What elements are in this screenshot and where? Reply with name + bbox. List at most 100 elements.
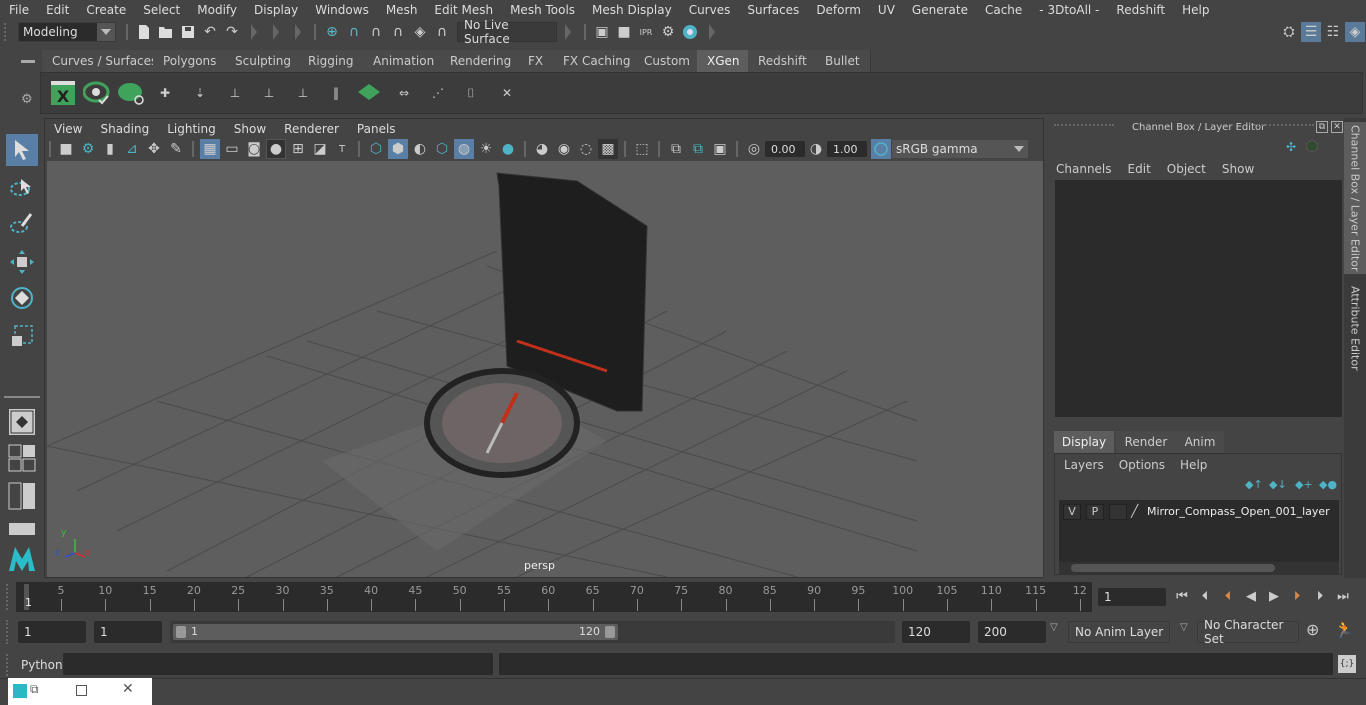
field-chart-icon[interactable]: ⊞ — [288, 139, 308, 159]
anti-aliasing-icon[interactable]: ◌ — [576, 139, 596, 159]
layer-visibility-toggle[interactable]: V — [1063, 504, 1081, 520]
render-current-frame-icon[interactable]: ■ — [614, 22, 634, 42]
menu-redshift[interactable]: Redshift — [1107, 3, 1173, 17]
restore-window-icon[interactable]: ⧉ — [30, 682, 39, 697]
shadows-icon[interactable]: ● — [498, 139, 518, 159]
new-layer-icon[interactable]: ◆+ — [1295, 478, 1313, 491]
film-gate-icon[interactable]: ▭ — [222, 139, 242, 159]
menu-edit-mesh[interactable]: Edit Mesh — [425, 3, 501, 17]
exposure-icon[interactable]: ◎ — [744, 139, 764, 159]
select-camera-icon[interactable]: ■ — [56, 139, 76, 159]
four-view-layout-icon[interactable] — [6, 442, 38, 474]
vp-menu-renderer[interactable]: Renderer — [275, 122, 348, 136]
use-all-lights-icon[interactable]: ☀ — [476, 139, 496, 159]
layer-menu-help[interactable]: Help — [1180, 458, 1207, 472]
snap-grid-icon[interactable]: ⊕ — [322, 22, 342, 42]
anim-start-field[interactable]: 1 — [94, 621, 162, 643]
xray-icon[interactable]: ⧉ — [666, 139, 686, 159]
layer-tab-anim[interactable]: Anim — [1176, 431, 1224, 453]
end-time-field[interactable]: 200 — [978, 621, 1046, 643]
add-guide-icon[interactable]: ⊥ — [221, 79, 249, 107]
camera-attributes-icon[interactable]: ⚙ — [78, 139, 98, 159]
place-guides-icon[interactable]: ⇣ — [186, 79, 214, 107]
new-scene-icon[interactable] — [134, 22, 154, 42]
step-back-frame-icon[interactable]: ⏴ — [1195, 586, 1215, 606]
lock-guides-icon[interactable]: ⊥ — [289, 79, 317, 107]
menu-file[interactable]: File — [0, 3, 37, 17]
vp-menu-shading[interactable]: Shading — [91, 122, 158, 136]
layer-menu-options[interactable]: Options — [1119, 458, 1165, 472]
grid-toggle-icon[interactable]: ▦ — [200, 139, 220, 159]
menu-modify[interactable]: Modify — [188, 3, 245, 17]
snap-view-plane-icon[interactable]: ∩ — [388, 22, 408, 42]
shelf-menu-icon[interactable] — [21, 60, 35, 63]
play-forwards-icon[interactable]: ▶ — [1264, 586, 1284, 606]
mode-selector[interactable]: Modeling — [18, 22, 116, 42]
maximize-window-icon[interactable] — [76, 685, 87, 696]
snap-curve-icon[interactable]: ∩ — [344, 22, 364, 42]
grid-patch-icon[interactable] — [355, 79, 383, 107]
shelf-settings-gear-icon[interactable]: ⚙ — [21, 92, 33, 107]
toolbar-grip[interactable] — [4, 23, 10, 41]
layer-tab-render[interactable]: Render — [1116, 431, 1176, 453]
menu-generate[interactable]: Generate — [903, 3, 976, 17]
delete-guides-icon[interactable]: ✕ — [493, 79, 521, 107]
close-window-icon[interactable]: ✕ — [122, 681, 134, 697]
shelf-grip[interactable]: ⚙ — [18, 50, 40, 114]
gamma-field[interactable]: 1.00 — [827, 141, 867, 157]
manipulator-icon[interactable]: ✣ — [1286, 140, 1296, 154]
menu-uv[interactable]: UV — [869, 3, 903, 17]
grease-pencil-icon[interactable]: ✎ — [166, 139, 186, 159]
scale-tool-icon[interactable] — [6, 320, 38, 352]
new-layer-from-selected-icon[interactable]: ◆● — [1319, 478, 1337, 491]
cb-menu-edit[interactable]: Edit — [1128, 162, 1151, 176]
side-tab-channel-box[interactable]: Channel Box / Layer Editor — [1344, 122, 1366, 274]
ipr-render-icon[interactable]: IPR — [636, 22, 656, 42]
range-grip[interactable] — [6, 620, 12, 644]
safe-action-icon[interactable]: ◪ — [310, 139, 330, 159]
undo-icon[interactable]: ↶ — [200, 22, 220, 42]
shelf-tab-rigging[interactable]: Rigging — [298, 50, 365, 72]
wireframe-icon[interactable]: ⬡ — [366, 139, 386, 159]
rotate-tool-icon[interactable] — [6, 282, 38, 314]
smooth-shade-icon[interactable]: ⬢ — [388, 139, 408, 159]
scrollbar-thumb[interactable] — [1071, 564, 1275, 572]
float-panel-icon[interactable]: ⧉ — [1316, 121, 1328, 133]
character-set-dropdown-icon[interactable]: ▽ — [1180, 622, 1188, 633]
vp-menu-show[interactable]: Show — [225, 122, 275, 136]
save-scene-icon[interactable] — [178, 22, 198, 42]
layer-type-toggle[interactable] — [1109, 504, 1127, 520]
menu-curves[interactable]: Curves — [680, 3, 739, 17]
tool-settings-icon[interactable]: ☷ — [1323, 22, 1343, 42]
animation-preferences-icon[interactable]: 🏃 — [1334, 620, 1354, 639]
shelf-tab-animation[interactable]: Animation — [363, 50, 446, 72]
shelf-tab-sculpting[interactable]: Sculpting — [225, 50, 303, 72]
anim-end-field[interactable]: 120 — [902, 621, 970, 643]
command-input[interactable] — [63, 653, 493, 675]
outliner-persp-layout-icon[interactable] — [6, 480, 38, 512]
layer-name[interactable]: Mirror_Compass_Open_001_layer — [1147, 505, 1330, 518]
shelf-tab-rendering[interactable]: Rendering — [440, 50, 523, 72]
step-forward-frame-icon[interactable]: ⏵ — [1310, 586, 1330, 606]
hypershade-icon[interactable] — [680, 22, 700, 42]
layer-row[interactable]: V P ╱ Mirror_Compass_Open_001_layer — [1059, 502, 1339, 522]
vp-menu-view[interactable]: View — [45, 122, 91, 136]
snap-live-icon[interactable]: ◈ — [410, 22, 430, 42]
shelf-tab-redshift[interactable]: Redshift — [748, 50, 818, 72]
shelf-tab-fx-caching[interactable]: FX Caching — [553, 50, 642, 72]
side-tab-attribute-editor[interactable]: Attribute Editor — [1344, 278, 1366, 378]
character-set-selector[interactable]: No Character Set — [1197, 618, 1299, 646]
go-to-start-icon[interactable]: ⏮ — [1172, 586, 1192, 606]
menu-select[interactable]: Select — [134, 3, 188, 17]
panel-grip[interactable] — [1054, 124, 1114, 130]
menu-create[interactable]: Create — [77, 3, 134, 17]
preview-eye-clear-icon[interactable] — [117, 79, 145, 107]
snap-magnet-icon[interactable]: ∩ — [432, 22, 452, 42]
collapse-arrow[interactable] — [251, 24, 257, 40]
region-select-icon[interactable]: ⌷ — [457, 79, 485, 107]
menu-display[interactable]: Display — [245, 3, 306, 17]
exposure-field[interactable]: 0.00 — [765, 141, 805, 157]
collapse-arrow[interactable] — [709, 24, 715, 40]
shelf-tab-curves-surfaces[interactable]: Curves / Surfaces — [42, 50, 169, 72]
menu-edit[interactable]: Edit — [37, 3, 77, 17]
